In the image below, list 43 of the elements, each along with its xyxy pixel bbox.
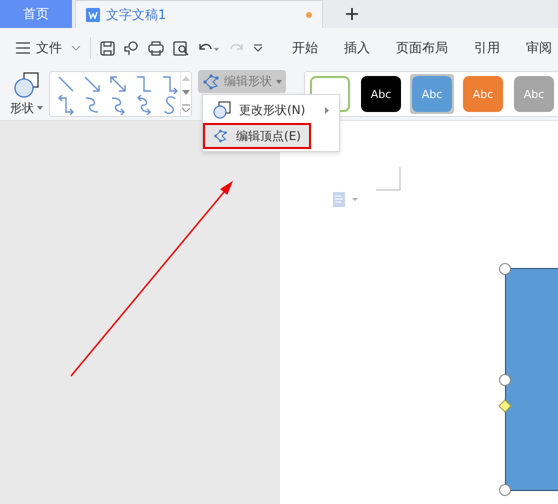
elbow-arrow-icon[interactable] [160,74,180,94]
shapes-button[interactable]: 形状 [10,72,43,116]
edit-points-icon [213,128,228,144]
file-menu[interactable]: 文件 [36,39,62,57]
resize-handle[interactable] [499,484,511,496]
print-icon[interactable] [148,40,164,56]
margin-corner-mark [376,167,401,191]
menu-item[interactable]: 更改形状(N) [203,97,339,123]
resize-handle[interactable] [499,263,511,275]
style-option[interactable]: Abc [359,74,403,114]
caret-icon [276,80,282,84]
document-icon [86,8,100,22]
save-icon[interactable] [100,40,115,56]
submenu-arrow-icon [325,106,329,114]
new-tab-icon[interactable] [345,7,359,21]
edit-points-icon [202,74,220,90]
caret-icon [37,106,43,110]
line-icon[interactable] [56,74,76,94]
rectangle-shape[interactable] [505,268,558,491]
shapes-icon [14,72,40,98]
ribbon-tab[interactable]: 审阅 [526,39,552,57]
document-tab[interactable]: 文字文稿1 [75,0,323,28]
adjust-handle[interactable] [498,399,512,413]
scroll-down-icon[interactable] [182,90,190,95]
menu-icon[interactable] [16,42,30,54]
shapes-label: 形状 [10,100,34,116]
elbow-connector-icon[interactable] [134,74,154,94]
double-arrow-icon[interactable] [108,74,128,94]
resize-handle[interactable] [499,374,511,386]
print-preview-icon[interactable] [173,40,189,56]
arrow-icon[interactable] [82,74,102,94]
elbow-double-arrow-icon[interactable] [56,95,76,115]
ribbon-tab[interactable]: 开始 [292,39,318,57]
ribbon-tab[interactable]: 引用 [474,39,500,57]
scroll-up-icon[interactable] [182,76,190,82]
more-icon[interactable] [253,44,263,52]
tab-label: 文字文稿1 [106,6,168,24]
chevron-icon[interactable] [71,45,81,51]
change-shape-icon [213,101,231,119]
ribbon-tab[interactable]: 插入 [344,39,370,57]
menu-item[interactable]: 编辑顶点(E) [203,123,311,149]
expand-icon[interactable] [182,104,190,112]
ribbon-tab[interactable]: 页面布局 [396,39,448,57]
